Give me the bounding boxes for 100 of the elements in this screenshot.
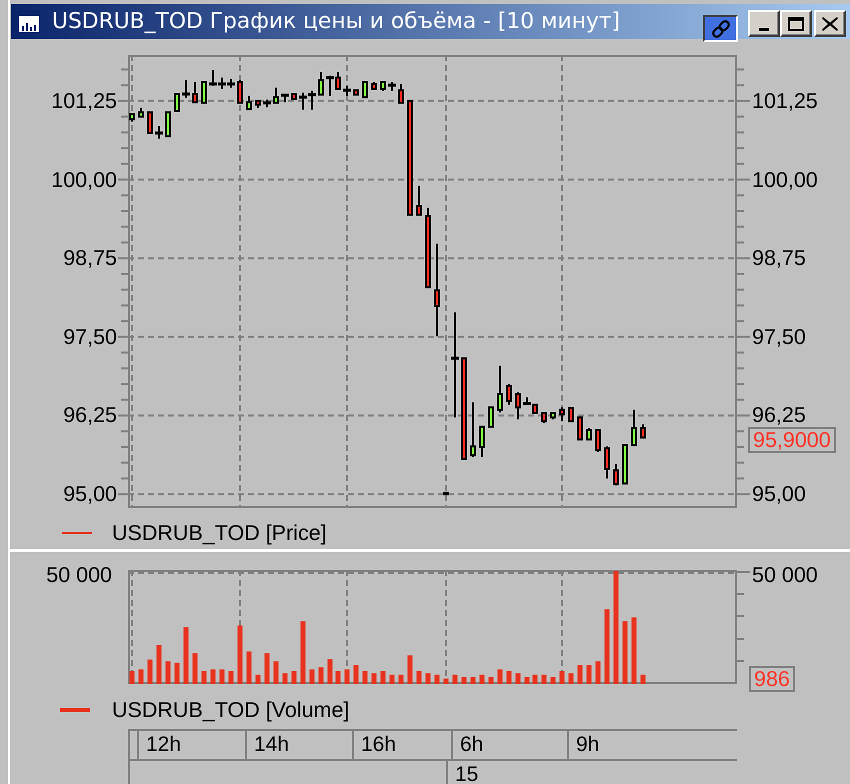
candle xyxy=(586,428,592,440)
candle xyxy=(353,89,359,96)
volume-bar xyxy=(560,671,564,684)
close-button[interactable] xyxy=(814,10,846,37)
candle xyxy=(237,80,243,104)
candle xyxy=(165,111,171,138)
volume-bar xyxy=(622,621,628,684)
candle xyxy=(515,392,521,420)
candle xyxy=(246,96,252,110)
volume-bar xyxy=(246,651,252,684)
volume-bar xyxy=(640,674,646,684)
volume-bar xyxy=(362,671,368,684)
candle xyxy=(201,81,207,104)
candle xyxy=(497,366,503,412)
candle xyxy=(550,412,556,420)
volume-bar xyxy=(586,665,592,684)
candle xyxy=(291,93,297,100)
minimize-icon xyxy=(759,28,769,31)
candle xyxy=(263,100,271,108)
volume-bar xyxy=(210,669,216,684)
volume-bar xyxy=(148,660,152,684)
candle xyxy=(604,446,610,478)
time-label: 6h xyxy=(460,732,484,758)
volume-bar xyxy=(462,676,466,684)
candle xyxy=(631,410,637,446)
candle xyxy=(488,406,494,428)
volume-bar xyxy=(596,661,600,684)
candle xyxy=(443,492,449,496)
axis-label: 100,00 xyxy=(752,168,818,191)
candle xyxy=(640,424,646,439)
volume-bar xyxy=(238,625,242,684)
volume-bar xyxy=(274,661,278,684)
volume-bar xyxy=(524,676,530,684)
volume-bar xyxy=(452,674,458,684)
candle xyxy=(506,384,512,405)
candle xyxy=(281,94,289,102)
volume-bar xyxy=(328,659,332,684)
volume-bar xyxy=(408,655,412,684)
legend-label: USDRUB_TOD [Volume] xyxy=(112,697,350,723)
volume-bar xyxy=(310,669,314,684)
minimize-button[interactable] xyxy=(748,10,780,37)
volume-bar xyxy=(380,671,386,684)
candle xyxy=(155,126,163,139)
close-icon xyxy=(822,16,838,30)
legend-label: USDRUB_TOD [Price] xyxy=(112,520,327,546)
maximize-icon xyxy=(788,16,804,30)
link-button[interactable] xyxy=(703,15,738,42)
axis-label: 97,50 xyxy=(752,326,806,348)
candle xyxy=(138,108,144,118)
volume-bar xyxy=(228,671,234,684)
volume-bar xyxy=(498,669,502,684)
candle xyxy=(362,81,368,98)
candle xyxy=(192,82,198,104)
volume-bar xyxy=(344,669,350,684)
volume-bar xyxy=(542,674,546,684)
volume-bar xyxy=(184,627,188,684)
volume-bar xyxy=(398,674,404,684)
volume-bar xyxy=(516,673,520,684)
volume-bar xyxy=(192,653,198,684)
volume-bar xyxy=(470,676,476,684)
last-price-label: 95,9000 xyxy=(748,427,836,453)
volume-bar xyxy=(336,671,340,684)
time-label: 12h xyxy=(146,732,182,758)
volume-bar xyxy=(292,671,296,684)
candle xyxy=(470,402,476,458)
candle xyxy=(398,84,404,104)
axis-label: 96,25 xyxy=(752,404,806,426)
maximize-button[interactable] xyxy=(780,10,812,37)
volume-bar xyxy=(480,674,484,684)
volume-bar xyxy=(416,671,422,684)
candle xyxy=(541,412,547,424)
candle xyxy=(182,80,190,98)
volume-bar xyxy=(256,674,260,684)
volume-bar xyxy=(354,665,358,684)
volume-bar xyxy=(550,676,556,684)
volume-bar xyxy=(282,673,288,684)
axis-label: 101,25 xyxy=(752,90,818,112)
volume-bar xyxy=(220,669,224,684)
volume-bar xyxy=(166,661,170,684)
date-label: 15 xyxy=(455,762,478,784)
link-icon xyxy=(710,18,730,38)
candle xyxy=(318,72,324,96)
line-swatch-icon xyxy=(62,532,92,534)
volume-bar xyxy=(578,665,582,684)
volume-bar xyxy=(138,669,144,684)
volume-bar xyxy=(426,673,430,684)
candle xyxy=(559,407,565,422)
time-label: 14h xyxy=(254,732,290,758)
candle xyxy=(371,82,377,90)
time-label: 9h xyxy=(576,732,600,758)
axis-label: 50 000 xyxy=(46,564,112,586)
axis-label: 96,25 xyxy=(63,404,117,426)
candle xyxy=(343,86,351,96)
axis-label: 50 000 xyxy=(752,564,818,586)
candle xyxy=(129,113,135,122)
volume-bar xyxy=(174,662,180,684)
volume-bar xyxy=(202,671,206,684)
volume-bar xyxy=(434,674,440,684)
volume-bar xyxy=(300,621,306,684)
axis-label: 98,75 xyxy=(752,247,806,270)
